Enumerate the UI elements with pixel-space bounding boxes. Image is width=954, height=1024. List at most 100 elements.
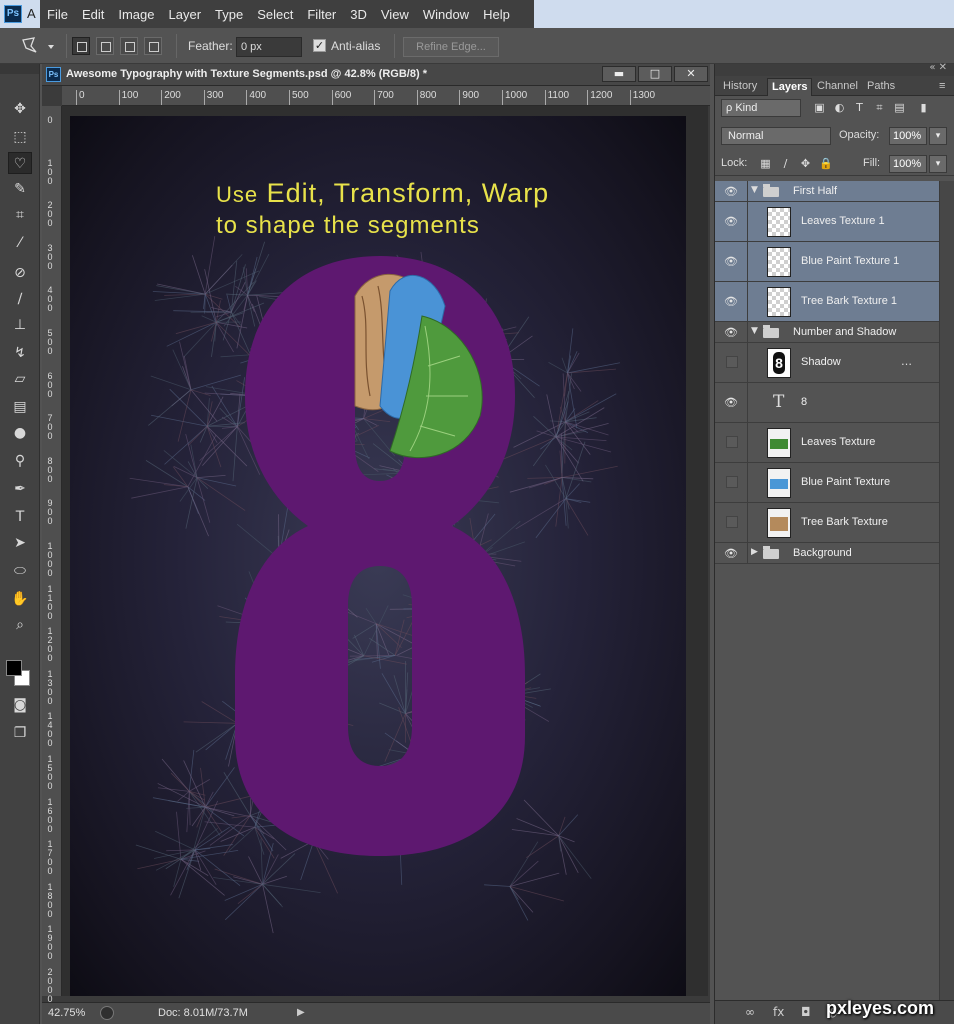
menu-3d[interactable]: 3D	[343, 7, 374, 22]
kind-filter-select[interactable]: ρ Kind	[721, 99, 801, 117]
opacity-dropdown-icon[interactable]: ▾	[929, 127, 947, 145]
menu-window[interactable]: Window	[416, 7, 476, 22]
tab-layers[interactable]: Layers	[767, 78, 813, 96]
visibility-eye-icon[interactable]: 👁	[723, 396, 739, 409]
menu-image[interactable]: Image	[111, 7, 161, 22]
collapse-icon[interactable]: « ✕	[929, 62, 947, 73]
menu-file[interactable]: File	[40, 7, 75, 22]
layer-blue-paint-texture-1[interactable]: 👁 Blue Paint Texture 1	[715, 242, 939, 282]
foreground-color-swatch[interactable]	[6, 660, 22, 676]
gradient-tool-icon[interactable]: ▤	[8, 396, 32, 418]
screen-mode-icon[interactable]: ❐	[8, 722, 32, 744]
refine-edge-button[interactable]: Refine Edge...	[403, 37, 499, 57]
panel-menu-icon[interactable]: ≡	[939, 80, 945, 92]
visibility-eye-icon[interactable]: 👁	[723, 185, 739, 198]
hand-tool-icon[interactable]: ✋	[8, 588, 32, 610]
expand-toggle-icon[interactable]: ▼	[751, 326, 758, 336]
lock-all-icon[interactable]: 🔒	[819, 158, 833, 170]
visibility-off-box[interactable]	[726, 436, 738, 448]
lock-position-icon[interactable]: ✥	[799, 158, 812, 170]
expand-toggle-icon[interactable]: ▼	[751, 185, 758, 195]
subtract-selection-button[interactable]	[120, 37, 138, 55]
tool-preset-picker[interactable]	[20, 36, 60, 56]
status-arrow-icon[interactable]: ▶	[297, 1007, 305, 1018]
visibility-eye-icon[interactable]: 👁	[723, 326, 739, 339]
new-selection-button[interactable]	[72, 37, 90, 55]
eyedropper-tool-icon[interactable]: ⁄	[8, 232, 32, 254]
smart-object-filter-icon[interactable]: ▤	[893, 102, 906, 114]
quick-mask-icon[interactable]: ◙	[8, 694, 32, 716]
fill-input[interactable]: 100%	[889, 155, 927, 173]
adjustment-filter-icon[interactable]: ◐	[833, 102, 846, 114]
eraser-tool-icon[interactable]: ▱	[8, 368, 32, 390]
visibility-eye-icon[interactable]: 👁	[723, 295, 739, 308]
brush-tool-icon[interactable]: ∕	[8, 288, 32, 310]
tab-history[interactable]: History	[723, 80, 757, 92]
add-selection-button[interactable]	[96, 37, 114, 55]
type-tool-icon[interactable]: T	[8, 506, 32, 528]
layer-number-and-shadow[interactable]: 👁 ▼ Number and Shadow	[715, 322, 939, 343]
maximize-button[interactable]: □	[638, 66, 672, 82]
layer-shadow[interactable]: 8 Shadow …	[715, 343, 939, 383]
expand-toggle-icon[interactable]: ▶	[751, 547, 758, 557]
visibility-off-box[interactable]	[726, 356, 738, 368]
visibility-eye-icon[interactable]: 👁	[723, 215, 739, 228]
tab-paths[interactable]: Paths	[867, 80, 895, 92]
move-tool-icon[interactable]: ✥	[8, 98, 32, 120]
layers-scrollbar[interactable]	[939, 181, 954, 1001]
history-brush-tool-icon[interactable]: ↯	[8, 342, 32, 364]
horizontal-ruler[interactable]: 0 100 200 300 400 500 600 700 800 900 1000 1100 1200…	[62, 86, 710, 106]
layer-background[interactable]: 👁 ▶ Background	[715, 543, 939, 564]
lock-transparent-icon[interactable]: ▦	[759, 158, 772, 170]
pixel-filter-icon[interactable]: ▣	[813, 102, 826, 114]
visibility-off-box[interactable]	[726, 516, 738, 528]
vertical-ruler[interactable]: 0 1 0 0 2 0 0 3 0 0 4 0 0 5 0 0 6 0 0 7 0 0 8 0 …	[42, 106, 62, 1004]
document-title-bar[interactable]: Ps Awesome Typography with Texture Segme…	[42, 64, 710, 86]
panel-collapse-bar[interactable]: « ✕	[715, 62, 954, 76]
menu-select[interactable]: Select	[250, 7, 300, 22]
layer-leaves-texture-1[interactable]: 👁 Leaves Texture 1	[715, 202, 939, 242]
pen-tool-icon[interactable]: ✒	[8, 478, 32, 500]
filter-toggle-icon[interactable]: ▮	[917, 102, 930, 114]
artboard[interactable]: Use Edit, Transform, Warp to shape the s…	[70, 116, 686, 996]
type-filter-icon[interactable]: T	[853, 102, 866, 114]
menu-filter[interactable]: Filter	[300, 7, 343, 22]
toolbar-grip[interactable]	[0, 64, 39, 74]
tab-channel[interactable]: Channel	[817, 80, 858, 92]
lock-pixels-icon[interactable]: ∕	[779, 158, 792, 170]
layer-leaves-texture[interactable]: Leaves Texture	[715, 423, 939, 463]
link-layers-icon[interactable]: ∞	[745, 1005, 755, 1019]
menu-type[interactable]: Type	[208, 7, 250, 22]
lasso-tool-icon[interactable]: ♡	[8, 152, 32, 174]
minimize-button[interactable]: ▬	[602, 66, 636, 82]
zoom-level[interactable]: 42.75%	[48, 1007, 85, 1019]
menu-view[interactable]: View	[374, 7, 416, 22]
menu-help[interactable]: Help	[476, 7, 517, 22]
visibility-eye-icon[interactable]: 👁	[723, 547, 739, 560]
path-select-tool-icon[interactable]: ➤	[8, 532, 32, 554]
menu-edit[interactable]: Edit	[75, 7, 111, 22]
healing-brush-tool-icon[interactable]: ⊘	[8, 262, 32, 284]
zoom-tool-icon[interactable]: ⌕	[8, 614, 32, 636]
add-mask-icon[interactable]: ◘	[801, 1005, 811, 1019]
canvas-area[interactable]: Use Edit, Transform, Warp to shape the s…	[62, 106, 708, 996]
menu-layer[interactable]: Layer	[162, 7, 209, 22]
visibility-eye-icon[interactable]: 👁	[723, 255, 739, 268]
ellipse-tool-icon[interactable]: ⬭	[8, 560, 32, 582]
blend-mode-select[interactable]: Normal	[721, 127, 831, 145]
layer-tree-bark-texture-1[interactable]: 👁 Tree Bark Texture 1	[715, 282, 939, 322]
status-menu-icon[interactable]	[100, 1006, 114, 1020]
feather-input[interactable]: 0 px	[236, 37, 302, 57]
layer-first-half[interactable]: 👁 ▼ First Half	[715, 181, 939, 202]
shape-filter-icon[interactable]: ⌗	[873, 102, 886, 114]
fx-icon[interactable]: fx	[773, 1005, 784, 1019]
close-button[interactable]: ✕	[674, 66, 708, 82]
visibility-off-box[interactable]	[726, 476, 738, 488]
layer-blue-paint-texture[interactable]: Blue Paint Texture	[715, 463, 939, 503]
dodge-tool-icon[interactable]: ⚲	[8, 450, 32, 472]
marquee-tool-icon[interactable]: ⬚	[8, 126, 32, 148]
quick-select-tool-icon[interactable]: ✎	[8, 178, 32, 200]
layer-tree-bark-texture[interactable]: Tree Bark Texture	[715, 503, 939, 543]
blur-tool-icon[interactable]: ●	[8, 422, 32, 444]
clone-stamp-tool-icon[interactable]: ⊥	[8, 314, 32, 336]
